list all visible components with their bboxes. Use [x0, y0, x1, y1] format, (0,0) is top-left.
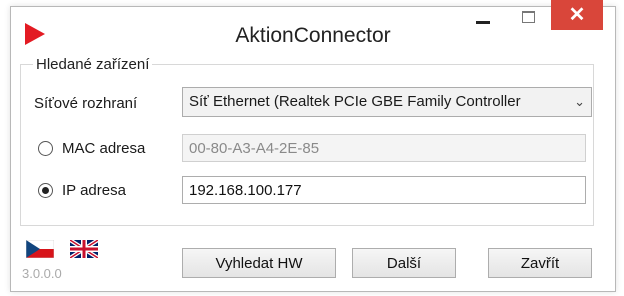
- minimize-button[interactable]: [460, 0, 506, 34]
- maximize-icon: [521, 11, 535, 23]
- uk-flag-icon[interactable]: [70, 240, 98, 258]
- interface-select[interactable]: Síť Ethernet (Realtek PCIe GBE Family Co…: [182, 87, 592, 117]
- next-button[interactable]: Další: [352, 248, 456, 278]
- czech-flag-icon[interactable]: [26, 240, 54, 258]
- version-label: 3.0.0.0: [22, 266, 62, 281]
- close-icon: ✕: [568, 4, 586, 26]
- interface-selected-value: Síť Ethernet (Realtek PCIe GBE Family Co…: [189, 93, 521, 110]
- maximize-button[interactable]: [508, 0, 548, 34]
- close-button[interactable]: Zavřít: [488, 248, 592, 278]
- chevron-down-icon: ⌄: [574, 94, 585, 109]
- mac-label: MAC adresa: [62, 140, 146, 157]
- ip-label: IP adresa: [62, 182, 126, 199]
- ip-radio[interactable]: [38, 183, 53, 198]
- group-legend: Hledané zařízení: [36, 56, 150, 73]
- interface-label: Síťové rozhraní: [34, 95, 138, 112]
- find-hw-button[interactable]: Vyhledat HW: [182, 248, 336, 278]
- mac-address-field[interactable]: [182, 134, 586, 162]
- ip-address-field[interactable]: [182, 176, 586, 204]
- close-window-button[interactable]: ✕: [551, 0, 603, 30]
- minimize-icon: [476, 20, 490, 24]
- mac-radio[interactable]: [38, 141, 53, 156]
